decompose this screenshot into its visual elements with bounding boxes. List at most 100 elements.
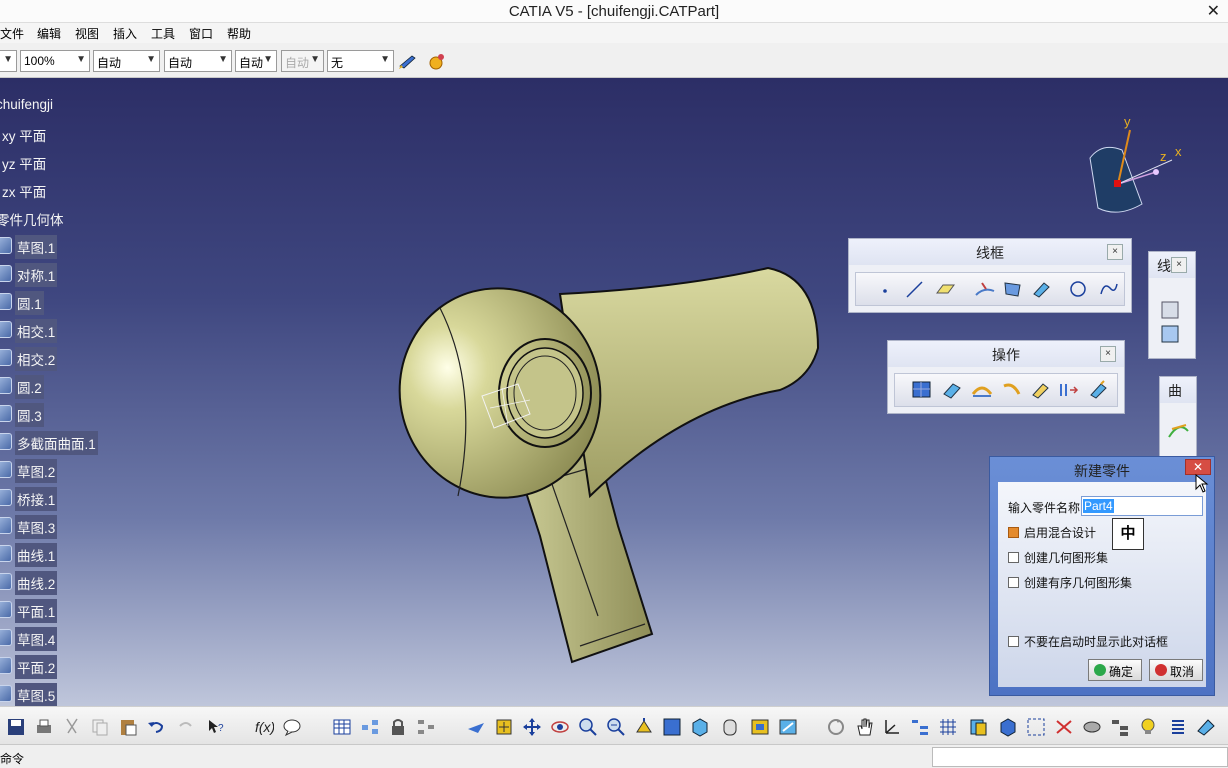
save-icon[interactable]: [6, 717, 26, 737]
split-icon[interactable]: [941, 380, 963, 400]
list-icon[interactable]: [1168, 717, 1188, 737]
multi-view-icon[interactable]: [662, 717, 682, 737]
menu-edit[interactable]: 编辑: [37, 25, 61, 42]
swap-visible-icon[interactable]: [778, 717, 798, 737]
translate-icon[interactable]: [1057, 380, 1079, 400]
ok-icon: [1094, 664, 1106, 676]
fly-mode-icon[interactable]: [466, 717, 486, 737]
shading-icon[interactable]: [720, 717, 740, 737]
partial-toolbar-1[interactable]: 线 ×: [1148, 251, 1196, 359]
ok-button[interactable]: 确定: [1088, 659, 1142, 681]
wireframe-toolbar-close[interactable]: ×: [1107, 244, 1123, 260]
ordered-geoset-checkbox[interactable]: [1008, 577, 1019, 588]
partial-toolbar-2[interactable]: 曲: [1159, 376, 1197, 458]
paint-brush-icon[interactable]: [398, 52, 418, 70]
box-icon[interactable]: [998, 717, 1018, 737]
menu-tools[interactable]: 工具: [151, 25, 175, 42]
hierarchy-icon[interactable]: [910, 717, 930, 737]
measure-icon[interactable]: [1026, 717, 1046, 737]
iso-view-icon[interactable]: [690, 717, 710, 737]
point-icon[interactable]: [876, 279, 898, 299]
ordered-geoset-option[interactable]: 创建有序几何图形集: [1008, 574, 1132, 591]
print-icon[interactable]: [34, 717, 54, 737]
operations-toolbar[interactable]: 操作 ×: [887, 340, 1125, 414]
extract-icon[interactable]: [1001, 380, 1023, 400]
zoom-in-icon[interactable]: [578, 717, 598, 737]
menu-file[interactable]: 文件: [0, 25, 24, 42]
surface-tool-icon[interactable]: [1166, 415, 1192, 445]
wireframe-toolbar-title: 线框: [849, 239, 1131, 265]
partial-toolbar-1-close[interactable]: ×: [1171, 257, 1187, 273]
formula-icon[interactable]: f(x): [254, 717, 274, 737]
section-icon[interactable]: [968, 717, 988, 737]
normal-view-icon[interactable]: [634, 717, 654, 737]
spline-icon[interactable]: [1098, 279, 1120, 299]
menu-insert[interactable]: 插入: [113, 25, 137, 42]
eraser-icon[interactable]: [1196, 717, 1216, 737]
zoom-select[interactable]: 100% ▼: [20, 50, 90, 72]
compass-widget[interactable]: [1080, 116, 1190, 221]
geoset-checkbox[interactable]: [1008, 552, 1019, 563]
analysis-icon[interactable]: [1054, 717, 1074, 737]
boundary-icon[interactable]: [971, 380, 993, 400]
undo-icon[interactable]: [146, 717, 166, 737]
sweep-tool-icon[interactable]: [1159, 296, 1183, 350]
join-icon[interactable]: [911, 380, 933, 400]
plane-icon[interactable]: [934, 279, 956, 299]
menu-window[interactable]: 窗口: [189, 25, 213, 42]
line-icon[interactable]: [904, 279, 926, 299]
projection-icon[interactable]: [974, 279, 996, 299]
no-show-option[interactable]: 不要在启动时显示此对话框: [1008, 633, 1168, 650]
point-symbol-select[interactable]: 自动 ▼: [281, 50, 324, 72]
3d-viewport[interactable]: chuifengji xy 平面 yz 平面 zx 平面 零件几何体 草图.1 …: [0, 78, 1228, 706]
reflect-line-icon[interactable]: [1030, 279, 1052, 299]
pan-icon[interactable]: [522, 717, 542, 737]
table-icon[interactable]: [332, 717, 352, 737]
window-close-button[interactable]: ✕: [1207, 1, 1220, 21]
product-tree-icon[interactable]: [1110, 717, 1130, 737]
copy-icon[interactable]: [90, 717, 110, 737]
axis-system-icon[interactable]: [882, 717, 902, 737]
grid-icon[interactable]: [938, 717, 958, 737]
combine-icon[interactable]: [1002, 279, 1024, 299]
hybrid-design-checkbox[interactable]: [1008, 527, 1019, 538]
svg-text:?: ?: [218, 723, 224, 734]
extrapolate-icon[interactable]: [1087, 380, 1109, 400]
fit-all-icon[interactable]: [494, 717, 514, 737]
catalog-icon[interactable]: [360, 717, 380, 737]
lock-icon[interactable]: [388, 717, 408, 737]
knowledge-icon[interactable]: [282, 717, 302, 737]
command-input[interactable]: [932, 747, 1228, 767]
wireframe-toolbar[interactable]: 线框 ×: [848, 238, 1132, 313]
cancel-button[interactable]: 取消: [1149, 659, 1203, 681]
cut-icon[interactable]: [62, 717, 82, 737]
whats-this-icon[interactable]: ?: [206, 717, 226, 737]
paste-icon[interactable]: [118, 717, 138, 737]
lightbulb-icon[interactable]: [1138, 717, 1158, 737]
part-name-input[interactable]: Part4: [1081, 496, 1203, 516]
hybrid-design-option[interactable]: 启用混合设计: [1008, 524, 1096, 541]
hair-dryer-model[interactable]: [390, 178, 830, 668]
color-select[interactable]: ▼: [0, 50, 17, 72]
hand-icon[interactable]: [854, 717, 874, 737]
circle-tool-icon[interactable]: [1068, 279, 1090, 299]
dialog-close-button[interactable]: ✕: [1185, 459, 1211, 475]
hide-show-icon[interactable]: [750, 717, 770, 737]
no-show-checkbox[interactable]: [1008, 636, 1019, 647]
update-icon[interactable]: [826, 717, 846, 737]
geoset-option[interactable]: 创建几何图形集: [1008, 549, 1108, 566]
operations-toolbar-close[interactable]: ×: [1100, 346, 1116, 362]
apply-material-icon[interactable]: [427, 52, 447, 70]
transparency-select[interactable]: 自动 ▼: [93, 50, 160, 72]
tree-tools-icon[interactable]: [416, 717, 436, 737]
redo-icon[interactable]: [176, 717, 196, 737]
line-type-select[interactable]: 自动 ▼: [235, 50, 277, 72]
rotate-icon[interactable]: [550, 717, 570, 737]
menu-view[interactable]: 视图: [75, 25, 99, 42]
menu-help[interactable]: 帮助: [227, 25, 251, 42]
apply-material-tool-icon[interactable]: [1082, 717, 1102, 737]
line-thickness-select[interactable]: 自动 ▼: [164, 50, 232, 72]
layer-select[interactable]: 无 ▼: [327, 50, 394, 72]
fillet-icon[interactable]: [1029, 380, 1051, 400]
zoom-out-icon[interactable]: [606, 717, 626, 737]
